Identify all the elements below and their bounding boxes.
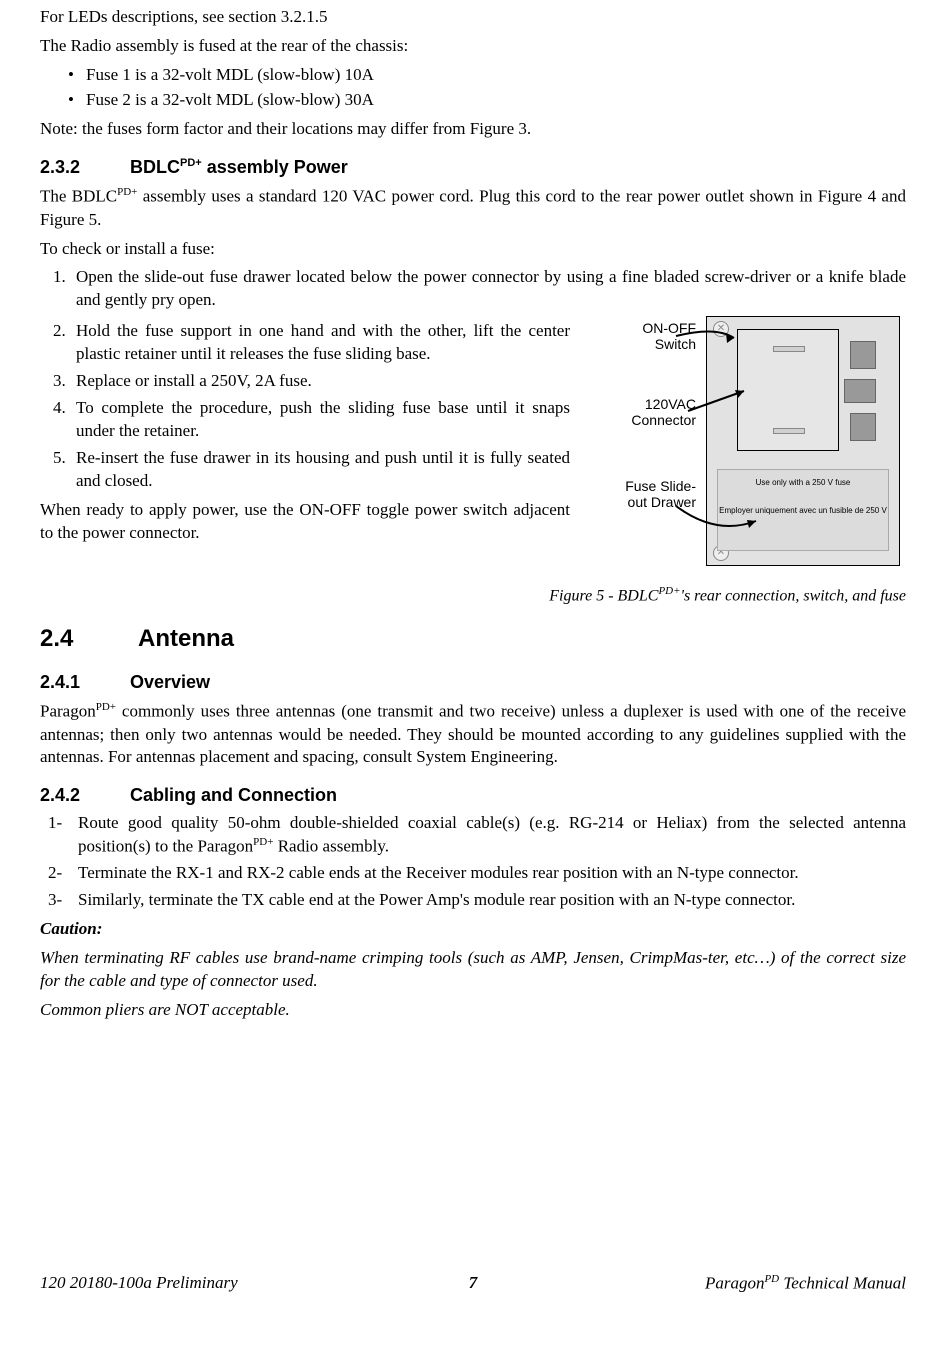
c1-pre: Route good quality 50-ohm double-shielde… <box>78 813 906 856</box>
caution-text-1: When terminating RF cables use brand-nam… <box>40 947 906 993</box>
section-232-title-pre: BDLC <box>130 157 180 177</box>
section-24-heading: 2.4Antenna <box>40 623 906 655</box>
radio-fused-intro: The Radio assembly is fused at the rear … <box>40 35 906 58</box>
section-242-heading: 2.4.2Cabling and Connection <box>40 783 906 807</box>
section-24-title: Antenna <box>138 625 234 652</box>
section-241-title: Overview <box>130 672 210 692</box>
figure5-diagram: ON-OFF Switch 120VAC Connector Fuse Slid… <box>606 316 906 576</box>
sec232-p1-sup: PD+ <box>117 186 137 198</box>
fig5-cap-sup: PD+ <box>658 585 680 597</box>
section-232-number: 2.3.2 <box>40 155 130 179</box>
leds-reference: For LEDs descriptions, see section 3.2.1… <box>40 6 906 29</box>
section-232-heading: 2.3.2BDLCPD+ assembly Power <box>40 155 906 179</box>
figure5-caption: Figure 5 - BDLCPD+'s rear connection, sw… <box>40 584 906 607</box>
caution-label: Caution: <box>40 918 906 941</box>
fuse1-item: Fuse 1 is a 32-volt MDL (slow-blow) 10A <box>68 64 906 87</box>
page-content: For LEDs descriptions, see section 3.2.1… <box>0 6 946 1306</box>
fig5-cap-pre: Figure 5 - BDLC <box>549 588 658 605</box>
footer-page-number: 7 <box>40 1272 906 1295</box>
step-2: Hold the fuse support in one hand and wi… <box>70 320 570 366</box>
fuse-note: Note: the fuses form factor and their lo… <box>40 118 906 141</box>
c1-sup: PD+ <box>253 836 273 848</box>
section-241-number: 2.4.1 <box>40 670 130 694</box>
fig5-cap-post: 's rear connection, switch, and fuse <box>681 588 906 605</box>
cabling-steps: 1- Route good quality 50-ohm double-shie… <box>48 812 906 912</box>
section-232-title-post: assembly Power <box>202 157 348 177</box>
sec241-p1-pre: Paragon <box>40 702 96 721</box>
sec241-paragraph: ParagonPD+ commonly uses three antennas … <box>40 700 906 769</box>
sec232-paragraph1: The BDLCPD+ assembly uses a standard 120… <box>40 185 906 232</box>
page-footer: 120 20180-100a Preliminary 7 ParagonPD T… <box>40 1272 906 1296</box>
check-fuse-intro: To check or install a fuse: <box>40 238 906 261</box>
callout-arrows <box>606 316 906 576</box>
cabling-step-1: 1- Route good quality 50-ohm double-shie… <box>48 812 906 859</box>
c3-text: Similarly, terminate the TX cable end at… <box>78 890 795 909</box>
step-4: To complete the procedure, push the slid… <box>70 397 570 443</box>
cabling-step-2: 2- Terminate the RX-1 and RX-2 cable end… <box>48 862 906 885</box>
section-241-heading: 2.4.1Overview <box>40 670 906 694</box>
section-242-title: Cabling and Connection <box>130 785 337 805</box>
ready-power-note: When ready to apply power, use the ON-OF… <box>40 499 570 545</box>
section-24-number: 2.4 <box>40 623 138 655</box>
fuse-steps-list-cont: Hold the fuse support in one hand and wi… <box>48 320 570 493</box>
fuse2-item: Fuse 2 is a 32-volt MDL (slow-blow) 30A <box>68 89 906 112</box>
c1-post: Radio assembly. <box>273 836 389 855</box>
c2-text: Terminate the RX-1 and RX-2 cable ends a… <box>78 863 799 882</box>
step-1: Open the slide-out fuse drawer located b… <box>70 266 906 312</box>
step-3: Replace or install a 250V, 2A fuse. <box>70 370 570 393</box>
fuse-list: Fuse 1 is a 32-volt MDL (slow-blow) 10A … <box>68 64 906 112</box>
caution-text-2: Common pliers are NOT acceptable. <box>40 999 906 1022</box>
section-232-title-sup: PD+ <box>180 157 202 169</box>
fuse-steps-list: Open the slide-out fuse drawer located b… <box>48 266 906 312</box>
sec241-p1-sup: PD+ <box>96 701 116 713</box>
sec232-p1-post: assembly uses a standard 120 VAC power c… <box>40 187 906 229</box>
sec232-p1-pre: The BDLC <box>40 187 117 206</box>
step-5: Re-insert the fuse drawer in its housing… <box>70 447 570 493</box>
section-242-number: 2.4.2 <box>40 783 130 807</box>
sec241-p1-post: commonly uses three antennas (one transm… <box>40 702 906 767</box>
cabling-step-3: 3- Similarly, terminate the TX cable end… <box>48 889 906 912</box>
